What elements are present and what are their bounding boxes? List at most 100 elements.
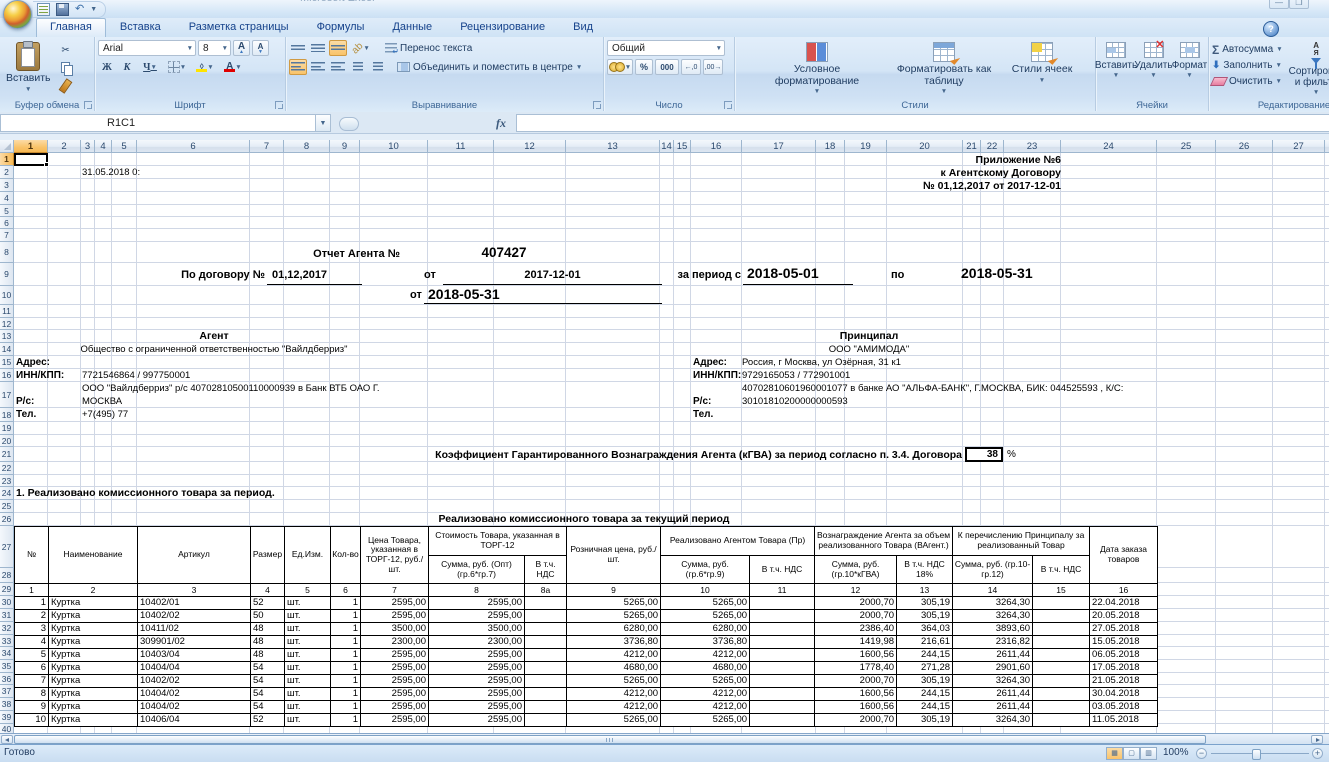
column-header-3[interactable]: 3: [81, 140, 95, 153]
column-header-21[interactable]: 21: [963, 140, 981, 153]
table-colnum-3[interactable]: 3: [138, 584, 251, 597]
row-header-16[interactable]: 16: [0, 369, 14, 382]
table-cell-r4-c2[interactable]: Куртка: [49, 636, 138, 649]
table-cell-r10-c16[interactable]: [1033, 714, 1090, 727]
table-cell-r4-c14[interactable]: 216,61: [897, 636, 953, 649]
table-cell-r8-c11[interactable]: 4212,00: [661, 688, 750, 701]
table-cell-r2-c11[interactable]: 5265,00: [661, 610, 750, 623]
table-cell-r8-c13[interactable]: 1600,56: [815, 688, 897, 701]
row-header-33[interactable]: 33: [0, 635, 14, 647]
cut-button[interactable]: ✂: [57, 42, 75, 58]
insert-cells-button[interactable]: Вставить▼: [1098, 40, 1135, 98]
name-box[interactable]: R1C1: [0, 114, 316, 132]
paste-button[interactable]: Вставить▼: [3, 40, 54, 98]
increase-decimal-button[interactable]: ←,0: [681, 59, 701, 75]
table-cell-r8-c2[interactable]: Куртка: [49, 688, 138, 701]
table-cell-r6-c10[interactable]: 4680,00: [567, 662, 661, 675]
column-header-16[interactable]: 16: [691, 140, 742, 153]
office-button[interactable]: [3, 0, 32, 29]
table-cell-r2-c8[interactable]: 2595,00: [429, 610, 525, 623]
row-header-24[interactable]: 24: [0, 487, 14, 500]
table-cell-r8-c5[interactable]: шт.: [285, 688, 331, 701]
table-cell-r8-c1[interactable]: 8: [15, 688, 49, 701]
table-header-7[interactable]: Цена Товара, указанная в ТОРГ-12, руб./ш…: [361, 527, 429, 584]
table-cell-r1-c17[interactable]: 22.04.2018: [1090, 597, 1158, 610]
table-header-4[interactable]: Размер: [251, 527, 285, 584]
tab-Данные[interactable]: Данные: [378, 18, 446, 37]
column-header-19[interactable]: 19: [845, 140, 887, 153]
number-dialog-launcher[interactable]: [724, 101, 732, 109]
column-header-17[interactable]: 17: [742, 140, 816, 153]
table-cell-r6-c16[interactable]: [1033, 662, 1090, 675]
table-cell-r10-c6[interactable]: 1: [331, 714, 361, 727]
table-cell-r1-c4[interactable]: 52: [251, 597, 285, 610]
table-colnum-9[interactable]: 9: [567, 584, 661, 597]
table-subheader-2[interactable]: В т.ч. НДС: [525, 556, 567, 584]
table-cell-r1-c11[interactable]: 5265,00: [661, 597, 750, 610]
row-header-39[interactable]: 39: [0, 711, 14, 724]
table-cell-r4-c8[interactable]: 2300,00: [429, 636, 525, 649]
format-painter-button[interactable]: [57, 78, 75, 94]
scroll-left-icon[interactable]: [1, 735, 13, 744]
table-cell-r9-c10[interactable]: 4212,00: [567, 701, 661, 714]
table-cell-r3-c3[interactable]: 10411/02: [138, 623, 251, 636]
table-cell-r7-c12[interactable]: [750, 675, 815, 688]
column-header-23[interactable]: 23: [1004, 140, 1061, 153]
undo-icon[interactable]: ↶: [75, 4, 84, 15]
table-cell-r10-c9[interactable]: [525, 714, 567, 727]
table-cell-r8-c17[interactable]: 30.04.2018: [1090, 688, 1158, 701]
name-box-dropdown-icon[interactable]: ▼: [316, 114, 331, 132]
row-header-5[interactable]: 5: [0, 205, 14, 217]
table-cell-r7-c3[interactable]: 10402/02: [138, 675, 251, 688]
table-cell-r6-c7[interactable]: 2595,00: [361, 662, 429, 675]
table-cell-r3-c14[interactable]: 364,03: [897, 623, 953, 636]
table-cell-r5-c13[interactable]: 1600,56: [815, 649, 897, 662]
table-header-9[interactable]: Розничная цена, руб./шт.: [567, 527, 661, 584]
table-cell-r8-c6[interactable]: 1: [331, 688, 361, 701]
table-header-11[interactable]: Вознаграждение Агента за объем реализова…: [815, 527, 953, 556]
table-cell-r4-c12[interactable]: [750, 636, 815, 649]
table-cell-r4-c7[interactable]: 2300,00: [361, 636, 429, 649]
table-cell-r9-c7[interactable]: 2595,00: [361, 701, 429, 714]
formula-input[interactable]: [516, 114, 1329, 132]
table-cell-r7-c6[interactable]: 1: [331, 675, 361, 688]
table-cell-r10-c2[interactable]: Куртка: [49, 714, 138, 727]
row-header-31[interactable]: 31: [0, 609, 14, 622]
table-cell-r1-c8[interactable]: 2595,00: [429, 597, 525, 610]
table-cell-r2-c2[interactable]: Куртка: [49, 610, 138, 623]
wrap-text-button[interactable]: Перенос текста: [385, 40, 472, 56]
table-cell-r1-c15[interactable]: 3264,30: [953, 597, 1033, 610]
table-colnum-1[interactable]: 1: [15, 584, 49, 597]
table-cell-r3-c7[interactable]: 3500,00: [361, 623, 429, 636]
table-cell-r5-c3[interactable]: 10403/04: [138, 649, 251, 662]
table-subheader-8[interactable]: В т.ч. НДС: [1033, 556, 1090, 584]
page-break-view-button[interactable]: ▥: [1140, 747, 1157, 760]
table-cell-r2-c9[interactable]: [525, 610, 567, 623]
column-header-27[interactable]: 27: [1273, 140, 1325, 153]
table-cell-r7-c14[interactable]: 305,19: [897, 675, 953, 688]
scrollbar-thumb[interactable]: [14, 735, 1206, 744]
table-cell-r5-c12[interactable]: [750, 649, 815, 662]
table-cell-r2-c7[interactable]: 2595,00: [361, 610, 429, 623]
row-header-23[interactable]: 23: [0, 475, 14, 487]
table-cell-r6-c15[interactable]: 2901,60: [953, 662, 1033, 675]
table-cell-r4-c11[interactable]: 3736,80: [661, 636, 750, 649]
table-cell-r5-c9[interactable]: [525, 649, 567, 662]
table-cell-r4-c15[interactable]: 2316,82: [953, 636, 1033, 649]
table-cell-r8-c16[interactable]: [1033, 688, 1090, 701]
align-bottom-button[interactable]: [329, 40, 347, 56]
column-header-24[interactable]: 24: [1061, 140, 1157, 153]
table-subheader-1[interactable]: Сумма, руб. (Опт) (гр.6*гр.7): [429, 556, 525, 584]
row-header-40[interactable]: 40: [0, 724, 14, 733]
row-header-38[interactable]: 38: [0, 698, 14, 711]
table-cell-r10-c5[interactable]: шт.: [285, 714, 331, 727]
table-cell-r8-c8[interactable]: 2595,00: [429, 688, 525, 701]
table-cell-r6-c1[interactable]: 6: [15, 662, 49, 675]
table-header-8[interactable]: Стоимость Товара, указанная в ТОРГ-12: [429, 527, 567, 556]
table-header-6[interactable]: Кол-во: [331, 527, 361, 584]
table-cell-r7-c10[interactable]: 5265,00: [567, 675, 661, 688]
table-header-10[interactable]: Реализовано Агентом Товара (Пр): [661, 527, 815, 556]
table-cell-r3-c9[interactable]: [525, 623, 567, 636]
table-cell-r1-c2[interactable]: Куртка: [49, 597, 138, 610]
table-cell-r7-c1[interactable]: 7: [15, 675, 49, 688]
